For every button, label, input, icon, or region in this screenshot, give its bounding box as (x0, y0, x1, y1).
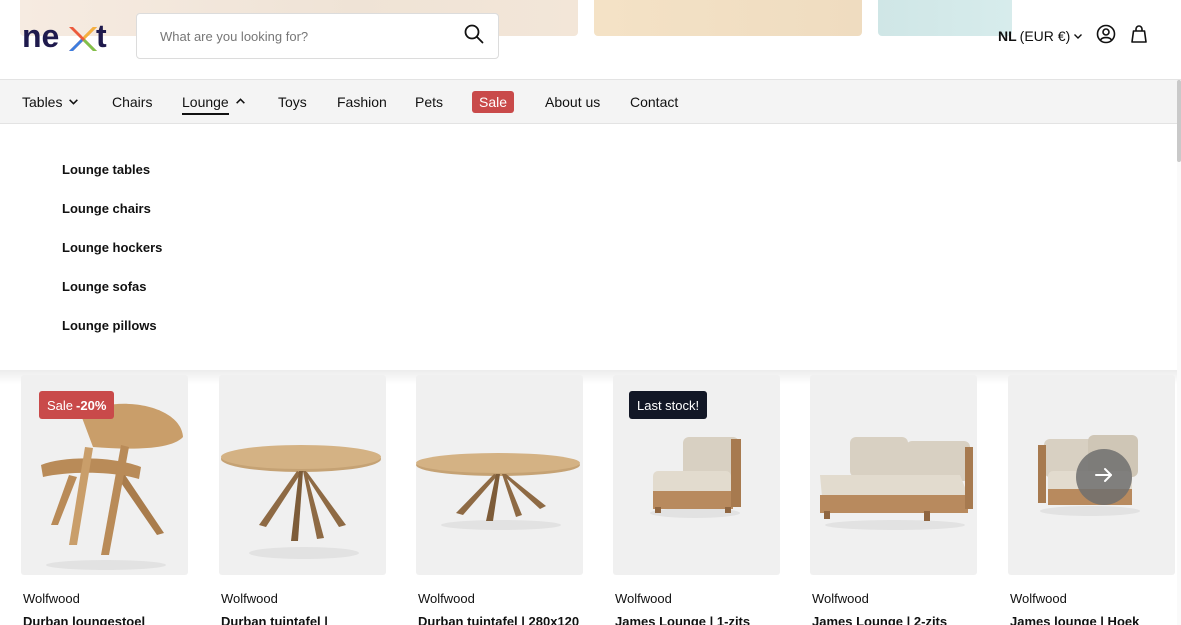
search-input[interactable] (137, 14, 450, 58)
product-image[interactable] (416, 375, 583, 575)
shopping-bag-icon (1129, 24, 1149, 49)
site-header: ne t NL (EUR €) (0, 0, 1181, 80)
dropdown-item-lounge-tables[interactable]: Lounge tables (62, 162, 150, 177)
account-button[interactable] (1095, 24, 1117, 49)
hero-banner-image[interactable] (594, 0, 862, 36)
product-name[interactable]: James lounge | Hoek (1010, 614, 1175, 625)
search-button[interactable] (450, 14, 498, 58)
product-card[interactable]: Wolfwood James Lounge | 2-zits (810, 375, 977, 625)
nav-item-pets[interactable]: Pets (415, 93, 443, 111)
locale-currency: (EUR €) (1019, 28, 1071, 44)
product-image[interactable]: Sale -20% (21, 375, 188, 575)
nav-item-about-us[interactable]: About us (545, 93, 600, 111)
svg-text:ne: ne (22, 18, 59, 52)
search-icon (464, 24, 484, 49)
dropdown-item-lounge-hockers[interactable]: Lounge hockers (62, 240, 162, 255)
logo[interactable]: ne t (22, 18, 108, 54)
oval-table-image (416, 453, 580, 530)
chevron-down-icon (1073, 28, 1083, 44)
round-table-image (221, 445, 381, 559)
product-brand: Wolfwood (23, 591, 80, 606)
dropdown-item-lounge-chairs[interactable]: Lounge chairs (62, 201, 151, 216)
page: ne t NL (EUR €) (0, 0, 1181, 625)
dropdown-item-lounge-sofas[interactable]: Lounge sofas (62, 279, 147, 294)
product-image[interactable] (810, 375, 977, 575)
nav-item-contact[interactable]: Contact (630, 93, 678, 111)
nav-item-lounge[interactable]: Lounge (182, 93, 246, 115)
product-name[interactable]: Durban loungestoel (23, 614, 188, 625)
lounge-dropdown-menu: Lounge tables Lounge chairs Lounge hocke… (0, 124, 1177, 370)
product-image[interactable] (219, 375, 386, 575)
svg-text:t: t (96, 18, 107, 52)
scrollbar-thumb[interactable] (1177, 80, 1181, 162)
chevron-down-icon (68, 94, 79, 110)
chevron-up-icon (235, 94, 246, 110)
product-image[interactable]: Last stock! (613, 375, 780, 575)
carousel-next-button[interactable] (1076, 449, 1132, 505)
product-card[interactable]: Sale -20% Wolfwood Durban loungestoel (21, 375, 188, 625)
product-brand: Wolfwood (418, 591, 475, 606)
cart-button[interactable] (1128, 24, 1150, 49)
nav-item-tables[interactable]: Tables (22, 93, 79, 111)
locale-code: NL (998, 28, 1017, 44)
last-stock-badge: Last stock! (629, 391, 708, 419)
product-name[interactable]: James Lounge | 1-zits (615, 614, 780, 625)
product-brand: Wolfwood (1010, 591, 1067, 606)
locale-selector[interactable]: NL (EUR €) (998, 27, 1083, 45)
dropdown-item-lounge-pillows[interactable]: Lounge pillows (62, 318, 157, 333)
product-name[interactable]: Durban tuintafel | (221, 614, 386, 625)
nav-item-chairs[interactable]: Chairs (112, 93, 152, 111)
user-circle-icon (1096, 24, 1116, 49)
arrow-right-icon (1093, 464, 1115, 491)
product-name[interactable]: Durban tuintafel | 280x120 (418, 614, 583, 625)
product-name[interactable]: James Lounge | 2-zits (812, 614, 977, 625)
product-brand: Wolfwood (615, 591, 672, 606)
product-brand: Wolfwood (221, 591, 278, 606)
search-bar (136, 13, 499, 59)
hero-banner-image[interactable] (878, 0, 1012, 36)
nav-item-toys[interactable]: Toys (278, 93, 307, 111)
product-brand: Wolfwood (812, 591, 869, 606)
product-card[interactable]: Wolfwood Durban tuintafel | (219, 375, 386, 625)
product-card[interactable]: Wolfwood Durban tuintafel | 280x120 (416, 375, 583, 625)
nav-item-fashion[interactable]: Fashion (337, 93, 387, 111)
product-card[interactable]: Last stock! Wolfwood James Lounge | 1-zi… (613, 375, 780, 625)
nav-item-sale[interactable]: Sale (472, 91, 515, 113)
sale-badge: Sale -20% (39, 391, 115, 419)
lounge-sofa-image (820, 437, 973, 530)
main-navigation: Tables Chairs Lounge Toys Fashion Pets S… (0, 79, 1181, 124)
